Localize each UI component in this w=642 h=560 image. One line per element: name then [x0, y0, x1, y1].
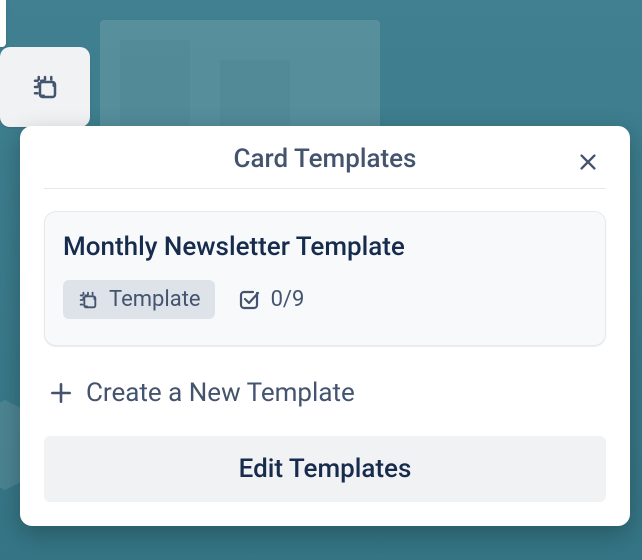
template-badge-label: Template: [109, 287, 201, 312]
card-templates-popover: Card Templates Monthly Newsletter Templa…: [20, 126, 630, 526]
list-edge: [0, 0, 6, 47]
edit-templates-button[interactable]: Edit Templates: [44, 436, 606, 502]
checklist-indicator: 0/9: [237, 287, 305, 312]
close-icon: [577, 151, 599, 173]
checklist-count: 0/9: [271, 287, 305, 312]
close-button[interactable]: [570, 144, 606, 180]
template-icon: [77, 289, 99, 311]
template-name: Monthly Newsletter Template: [63, 232, 587, 262]
popover-header: Card Templates: [44, 144, 606, 189]
checklist-icon: [237, 288, 261, 312]
create-template-button[interactable]: Create a New Template: [44, 368, 606, 418]
plus-icon: [48, 380, 74, 406]
template-icon: [30, 72, 60, 102]
template-card[interactable]: Monthly Newsletter Template Template: [44, 211, 606, 346]
edit-templates-label: Edit Templates: [239, 454, 412, 484]
popover-title: Card Templates: [234, 144, 417, 174]
template-badge: Template: [63, 280, 215, 319]
create-template-label: Create a New Template: [86, 378, 355, 408]
template-meta: Template 0/9: [63, 280, 587, 319]
template-picker-button[interactable]: [0, 47, 90, 127]
